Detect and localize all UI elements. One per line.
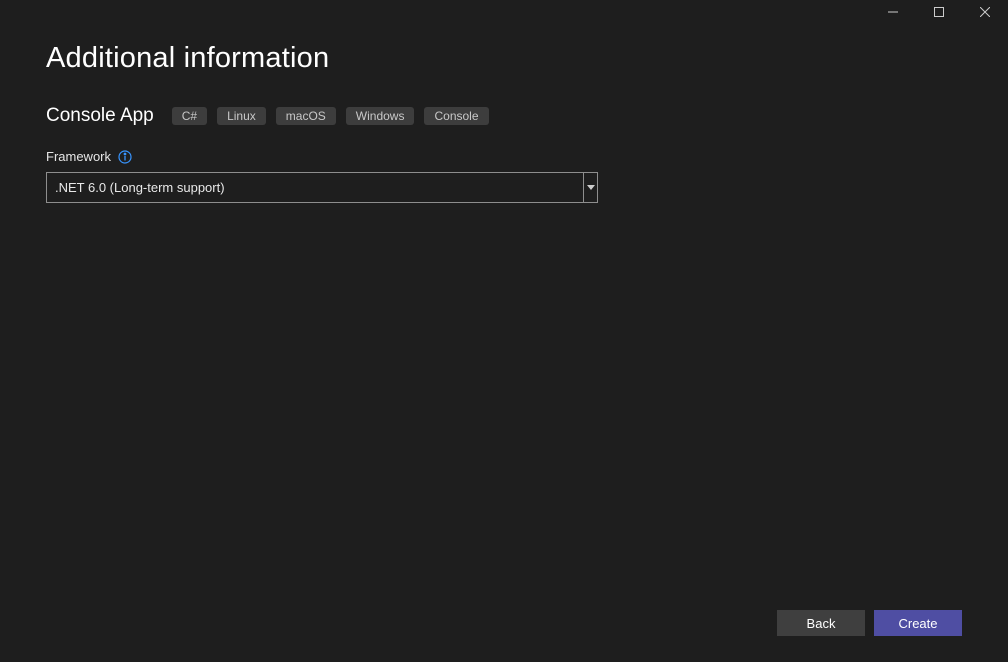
titlebar [0, 0, 1008, 30]
template-tag: macOS [276, 107, 336, 125]
back-button[interactable]: Back [777, 610, 865, 636]
template-tag: C# [172, 107, 207, 125]
minimize-button[interactable] [870, 0, 916, 24]
create-button[interactable]: Create [874, 610, 962, 636]
framework-label: Framework [46, 149, 111, 164]
maximize-icon [934, 7, 944, 17]
close-button[interactable] [962, 0, 1008, 24]
content: Additional information Console App C# Li… [0, 30, 1008, 203]
framework-value: .NET 6.0 (Long-term support) [47, 173, 583, 202]
close-icon [980, 7, 990, 17]
maximize-button[interactable] [916, 0, 962, 24]
framework-label-row: Framework [46, 149, 962, 164]
info-icon[interactable] [118, 150, 132, 164]
template-tag: Console [424, 107, 488, 125]
template-row: Console App C# Linux macOS Windows Conso… [46, 105, 962, 127]
footer: Back Create [777, 610, 962, 636]
chevron-down-icon [587, 185, 595, 190]
template-tag: Linux [217, 107, 266, 125]
template-name: Console App [46, 105, 154, 127]
framework-select[interactable]: .NET 6.0 (Long-term support) [46, 172, 598, 203]
minimize-icon [888, 7, 898, 17]
page-title: Additional information [46, 42, 962, 75]
template-tag: Windows [346, 107, 415, 125]
framework-dropdown-button[interactable] [583, 173, 597, 202]
